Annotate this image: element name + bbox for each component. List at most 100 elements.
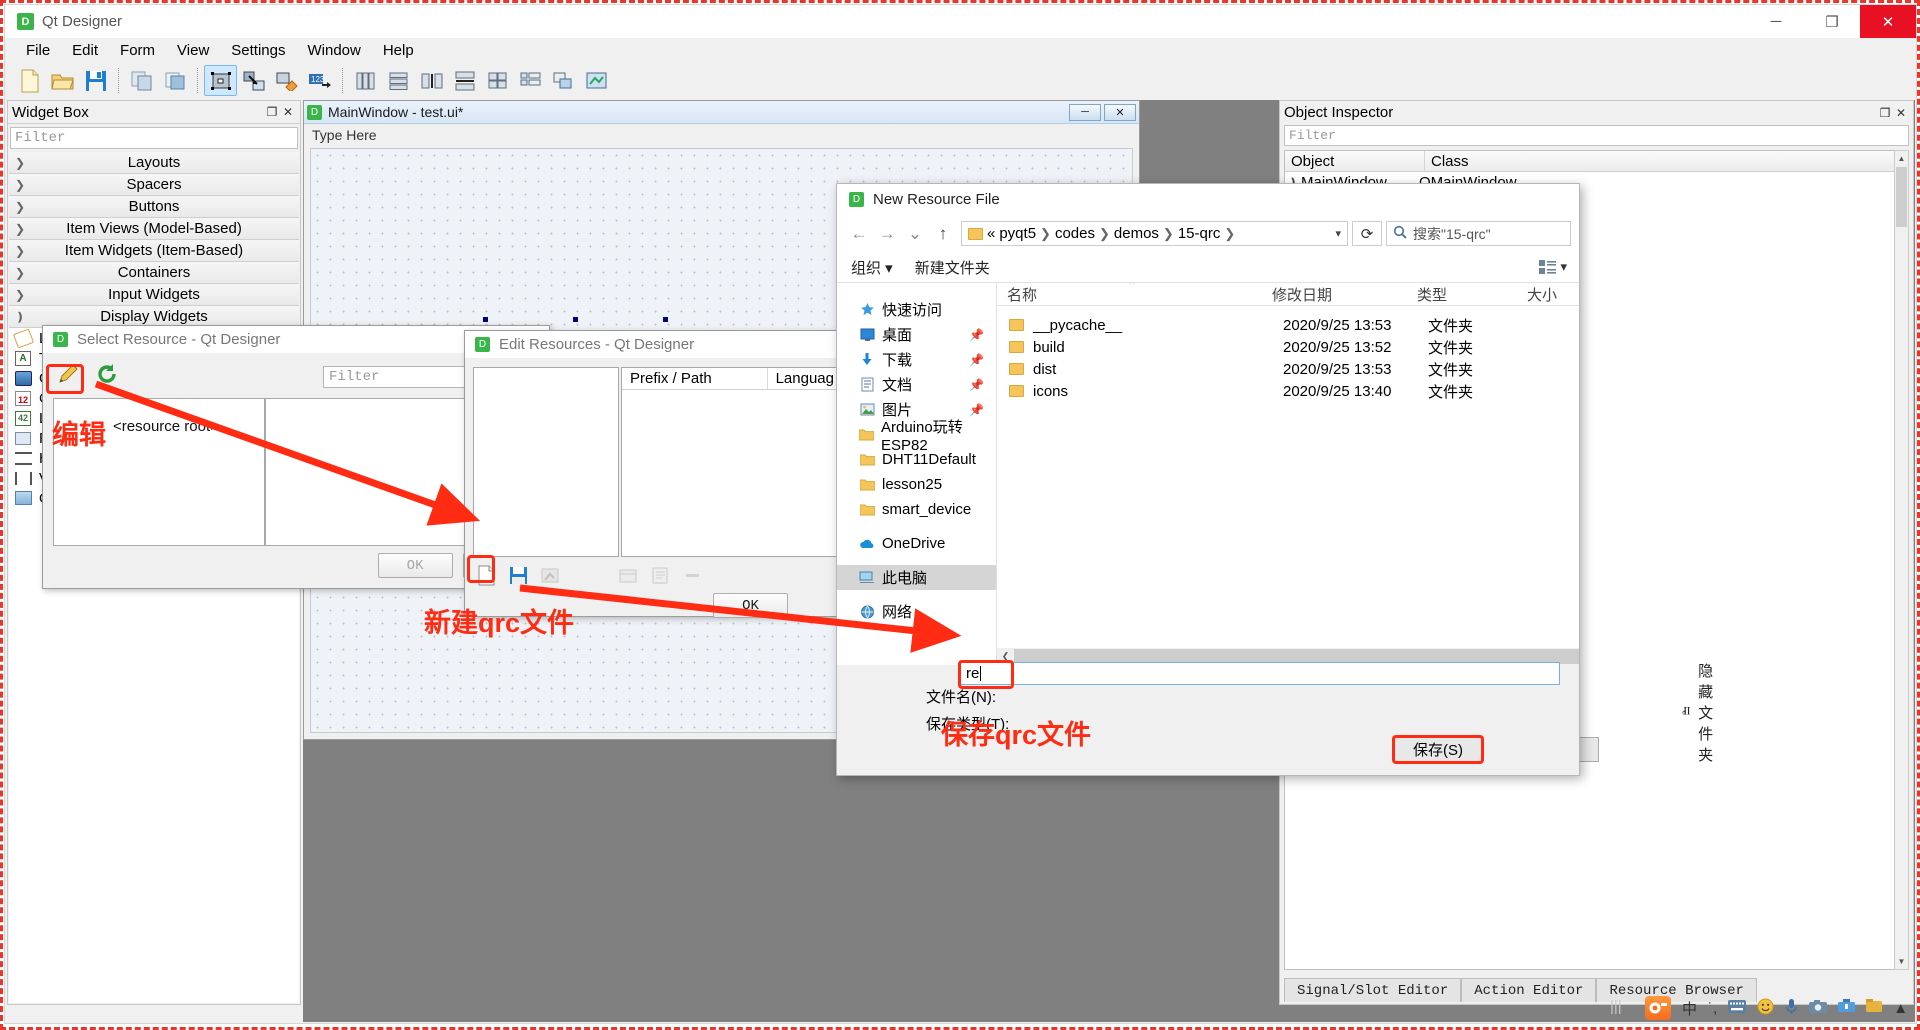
layout-form-icon[interactable] bbox=[514, 65, 547, 96]
table-row[interactable]: __pycache__ 2020/9/25 13:53 文件夹 bbox=[997, 314, 1579, 336]
minimize-button[interactable]: ─ bbox=[1748, 5, 1804, 38]
refresh-icon[interactable]: ⟳ bbox=[1352, 221, 1382, 246]
ime-expand-icon[interactable]: ▲ bbox=[1893, 1000, 1908, 1017]
paste-icon[interactable] bbox=[158, 65, 191, 96]
view-mode-icon[interactable]: ▾ bbox=[1539, 259, 1567, 275]
sidebar-item-downloads[interactable]: 下载 📌 bbox=[837, 347, 996, 372]
up-icon[interactable]: ↑ bbox=[929, 220, 957, 248]
column-object[interactable]: Object bbox=[1285, 151, 1425, 171]
sidebar-item-arduino[interactable]: Arduino玩转ESP82 bbox=[837, 422, 996, 447]
back-icon[interactable]: ← bbox=[845, 220, 873, 248]
prefix-path-table[interactable]: Prefix / Path Languag bbox=[621, 367, 844, 557]
save-button[interactable]: 保存(S) bbox=[1394, 737, 1482, 762]
form-menubar[interactable]: Type Here bbox=[304, 124, 1139, 146]
scroll-down-icon[interactable]: ▼ bbox=[1895, 954, 1908, 969]
widget-group-spacers[interactable]: ❯ Spacers bbox=[9, 174, 299, 196]
widget-group-containers[interactable]: ❯ Containers bbox=[9, 262, 299, 284]
save-form-icon[interactable] bbox=[79, 65, 112, 96]
column-name[interactable]: 名称 ^ bbox=[997, 284, 1262, 305]
menu-edit[interactable]: Edit bbox=[61, 40, 109, 61]
widget-group-item-views[interactable]: ❯ Item Views (Model-Based) bbox=[9, 218, 299, 240]
column-type[interactable]: 类型 bbox=[1407, 284, 1517, 305]
resize-handle[interactable] bbox=[573, 317, 578, 322]
scroll-thumb[interactable] bbox=[1896, 167, 1907, 227]
table-row[interactable]: dist 2020/9/25 13:53 文件夹 bbox=[997, 358, 1579, 380]
form-close-button[interactable]: ✕ bbox=[1104, 104, 1136, 121]
column-class[interactable]: Class bbox=[1425, 151, 1908, 171]
column-date-modified[interactable]: 修改日期 bbox=[1262, 284, 1407, 305]
menu-file[interactable]: File bbox=[15, 40, 61, 61]
object-inspector-scrollbar[interactable]: ▲ ▼ bbox=[1894, 150, 1909, 970]
widget-box-close-icon[interactable]: ✕ bbox=[280, 104, 296, 120]
search-input[interactable]: 搜索"15-qrc" bbox=[1386, 221, 1571, 246]
type-here-placeholder[interactable]: Type Here bbox=[312, 127, 377, 143]
object-inspector-filter-input[interactable]: Filter bbox=[1284, 125, 1909, 146]
break-layout-icon[interactable] bbox=[547, 65, 580, 96]
sidebar-item-dht11default[interactable]: DHT11Default bbox=[837, 447, 996, 472]
sidebar-item-this-pc[interactable]: 此电脑 bbox=[837, 565, 996, 590]
resize-handle[interactable] bbox=[483, 317, 488, 322]
sogou-pinyin-icon[interactable] bbox=[1645, 996, 1671, 1020]
ime-punctuation-icon[interactable]: ˙, bbox=[1708, 1000, 1717, 1017]
sidebar-item-onedrive[interactable]: OneDrive bbox=[837, 531, 996, 556]
menu-form[interactable]: Form bbox=[109, 40, 166, 61]
column-language[interactable]: Languag bbox=[768, 368, 843, 389]
scroll-up-icon[interactable]: ▲ bbox=[1895, 151, 1908, 166]
edit-widgets-mode-icon[interactable] bbox=[204, 65, 237, 96]
breadcrumb[interactable]: « pyqt5 ❯ codes ❯ demos ❯ 15-qrc ❯ ▾ bbox=[961, 221, 1348, 246]
tab-action-editor[interactable]: Action Editor bbox=[1461, 978, 1596, 1002]
resize-handle[interactable] bbox=[663, 317, 668, 322]
new-folder-button[interactable]: 新建文件夹 bbox=[915, 257, 990, 278]
table-row[interactable]: icons 2020/9/25 13:40 文件夹 bbox=[997, 380, 1579, 402]
layout-splitter-horizontal-icon[interactable] bbox=[415, 65, 448, 96]
edit-signals-slots-mode-icon[interactable] bbox=[237, 65, 270, 96]
column-size[interactable]: 大小 bbox=[1517, 284, 1579, 305]
tab-signal-slot-editor[interactable]: Signal/Slot Editor bbox=[1284, 978, 1461, 1002]
pencil-icon[interactable] bbox=[53, 360, 85, 388]
edit-buddies-mode-icon[interactable] bbox=[270, 65, 303, 96]
widget-box-filter-input[interactable]: Filter bbox=[10, 127, 298, 149]
pin-icon[interactable]: 📌 bbox=[969, 328, 984, 342]
sidebar-item-smart-device[interactable]: smart_device bbox=[837, 497, 996, 522]
breadcrumb-item-codes[interactable]: codes bbox=[1055, 225, 1095, 242]
layout-grid-icon[interactable] bbox=[481, 65, 514, 96]
column-prefix-path[interactable]: Prefix / Path bbox=[622, 368, 768, 389]
recent-locations-icon[interactable]: ⌄ bbox=[901, 220, 929, 248]
breadcrumb-item-demos[interactable]: demos bbox=[1114, 225, 1159, 242]
new-form-icon[interactable] bbox=[13, 65, 46, 96]
layout-horizontally-icon[interactable] bbox=[349, 65, 382, 96]
copy-icon[interactable] bbox=[125, 65, 158, 96]
sidebar-item-desktop[interactable]: 桌面 📌 bbox=[837, 322, 996, 347]
object-inspector-float-icon[interactable]: ❐ bbox=[1877, 105, 1893, 121]
ime-keyboard-icon[interactable] bbox=[1728, 1000, 1746, 1017]
ok-button[interactable]: OK bbox=[378, 553, 453, 578]
add-file-icon[interactable] bbox=[647, 563, 673, 587]
layout-splitter-vertical-icon[interactable] bbox=[448, 65, 481, 96]
form-minimize-button[interactable]: ─ bbox=[1069, 104, 1101, 121]
organize-button[interactable]: 组织 ▾ bbox=[851, 257, 893, 278]
hidden-folders-toggle[interactable]: ⱊ 隐藏文件夹 bbox=[1682, 660, 1713, 765]
ime-mode-chinese[interactable]: 中 bbox=[1682, 998, 1697, 1019]
open-form-icon[interactable] bbox=[46, 65, 79, 96]
widget-group-item-widgets[interactable]: ❯ Item Widgets (Item-Based) bbox=[9, 240, 299, 262]
qrc-file-list[interactable] bbox=[473, 367, 619, 557]
table-row[interactable]: build 2020/9/25 13:52 文件夹 bbox=[997, 336, 1579, 358]
breadcrumb-item-15qrc[interactable]: 15-qrc bbox=[1178, 225, 1221, 242]
sidebar-item-documents[interactable]: 文档 📌 bbox=[837, 372, 996, 397]
menu-window[interactable]: Window bbox=[296, 40, 371, 61]
ime-toolbox-icon[interactable] bbox=[1838, 999, 1855, 1017]
widget-group-input-widgets[interactable]: ❯ Input Widgets bbox=[9, 284, 299, 306]
edit-tab-order-mode-icon[interactable]: 123 bbox=[303, 65, 336, 96]
sidebar-item-network[interactable]: 网络 bbox=[837, 599, 996, 624]
widget-group-buttons[interactable]: ❯ Buttons bbox=[9, 196, 299, 218]
ime-voice-icon[interactable] bbox=[1785, 998, 1798, 1019]
breadcrumb-item-pyqt5[interactable]: pyqt5 bbox=[999, 225, 1036, 242]
layout-vertically-icon[interactable] bbox=[382, 65, 415, 96]
menu-help[interactable]: Help bbox=[372, 40, 425, 61]
pin-icon[interactable]: 📌 bbox=[969, 353, 984, 367]
widget-group-layouts[interactable]: ❯ Layouts bbox=[9, 152, 299, 174]
sidebar-item-quick-access[interactable]: 快速访问 bbox=[837, 297, 996, 322]
object-inspector-close-icon[interactable]: ✕ bbox=[1893, 105, 1909, 121]
sidebar-item-lesson25[interactable]: lesson25 bbox=[837, 472, 996, 497]
breadcrumb-dropdown-icon[interactable]: ▾ bbox=[1335, 227, 1341, 240]
